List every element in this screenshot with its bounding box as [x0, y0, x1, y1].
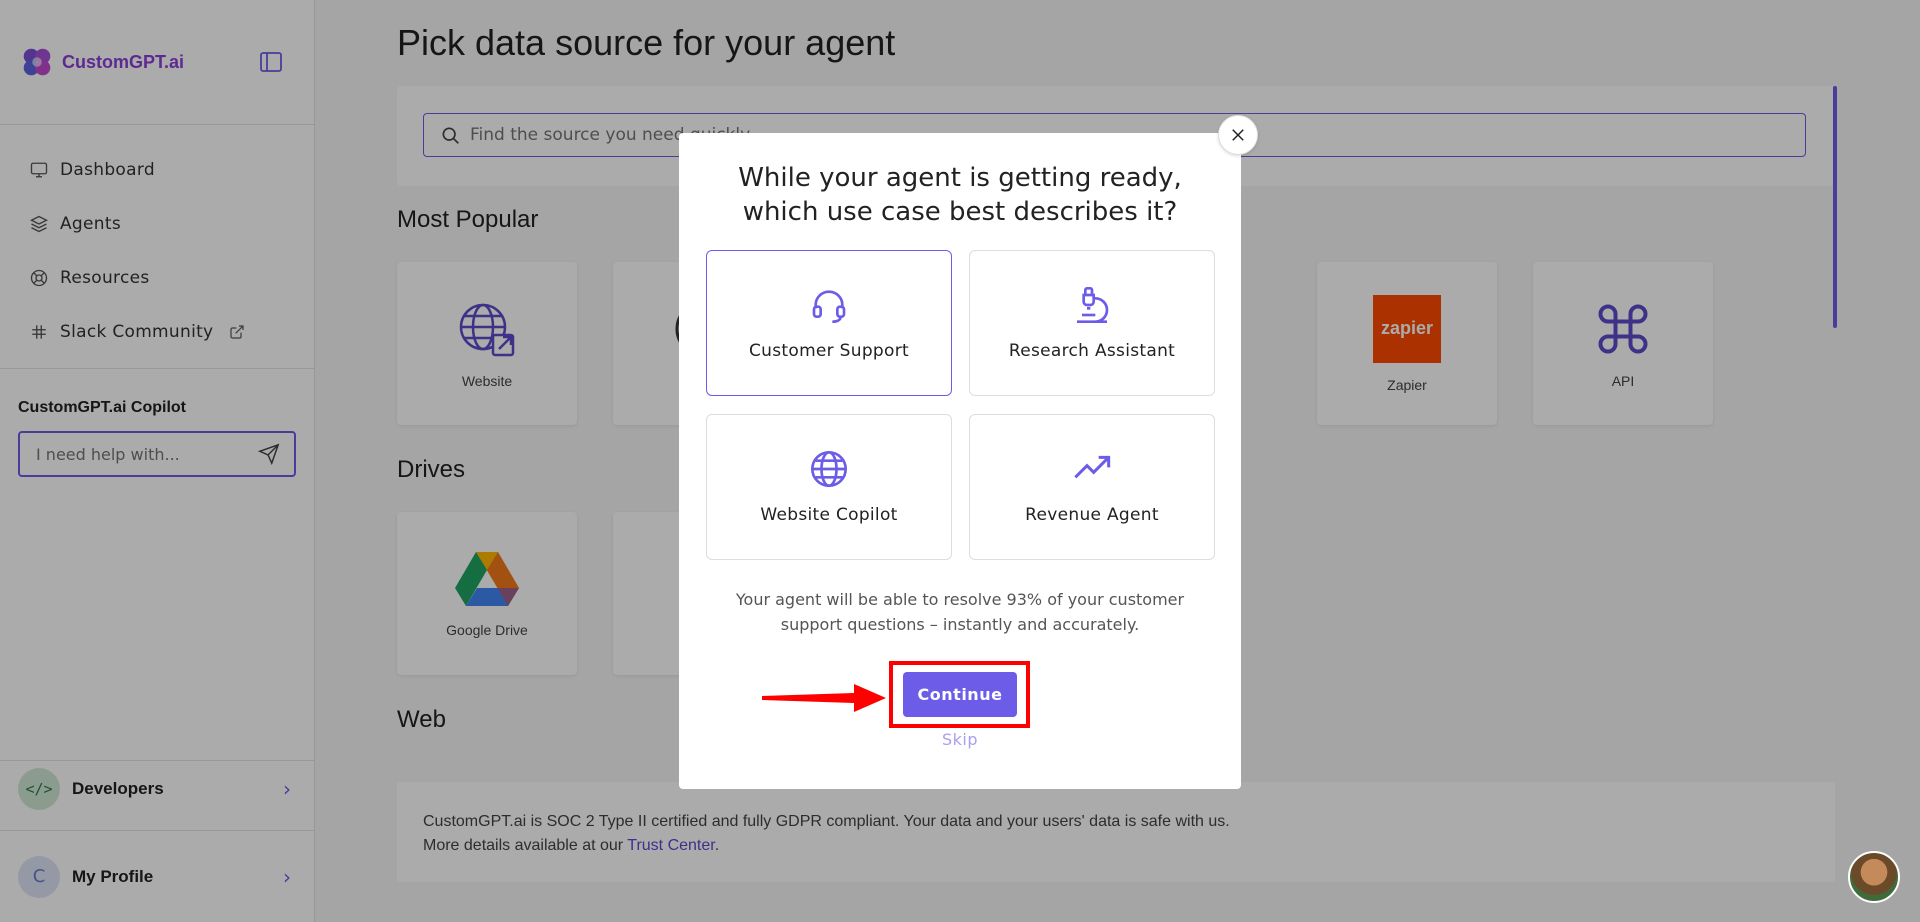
trending-up-icon	[1074, 455, 1111, 479]
modal-description: Your agent will be able to resolve 93% o…	[735, 590, 1185, 634]
option-customer-support[interactable]: Customer Support	[706, 250, 952, 396]
option-website-copilot[interactable]: Website Copilot	[706, 414, 952, 560]
skip-link[interactable]: Skip	[920, 730, 1000, 749]
continue-button[interactable]: Continue	[903, 672, 1017, 717]
chat-support-avatar[interactable]	[1848, 851, 1900, 903]
annotation-arrow-icon	[762, 684, 886, 712]
globe-icon	[811, 451, 847, 487]
option-label: Research Assistant	[1008, 341, 1176, 361]
close-icon	[1232, 129, 1244, 141]
close-modal-button[interactable]	[1218, 115, 1258, 155]
headset-icon	[812, 290, 846, 323]
microscope-icon	[1077, 287, 1109, 323]
option-label: Customer Support	[749, 341, 909, 361]
option-label: Website Copilot	[760, 505, 898, 525]
option-revenue-agent[interactable]: Revenue Agent	[969, 414, 1215, 560]
modal-title: While your agent is getting ready, which…	[738, 163, 1182, 227]
option-research-assistant[interactable]: Research Assistant	[969, 250, 1215, 396]
option-label: Revenue Agent	[1025, 505, 1159, 525]
